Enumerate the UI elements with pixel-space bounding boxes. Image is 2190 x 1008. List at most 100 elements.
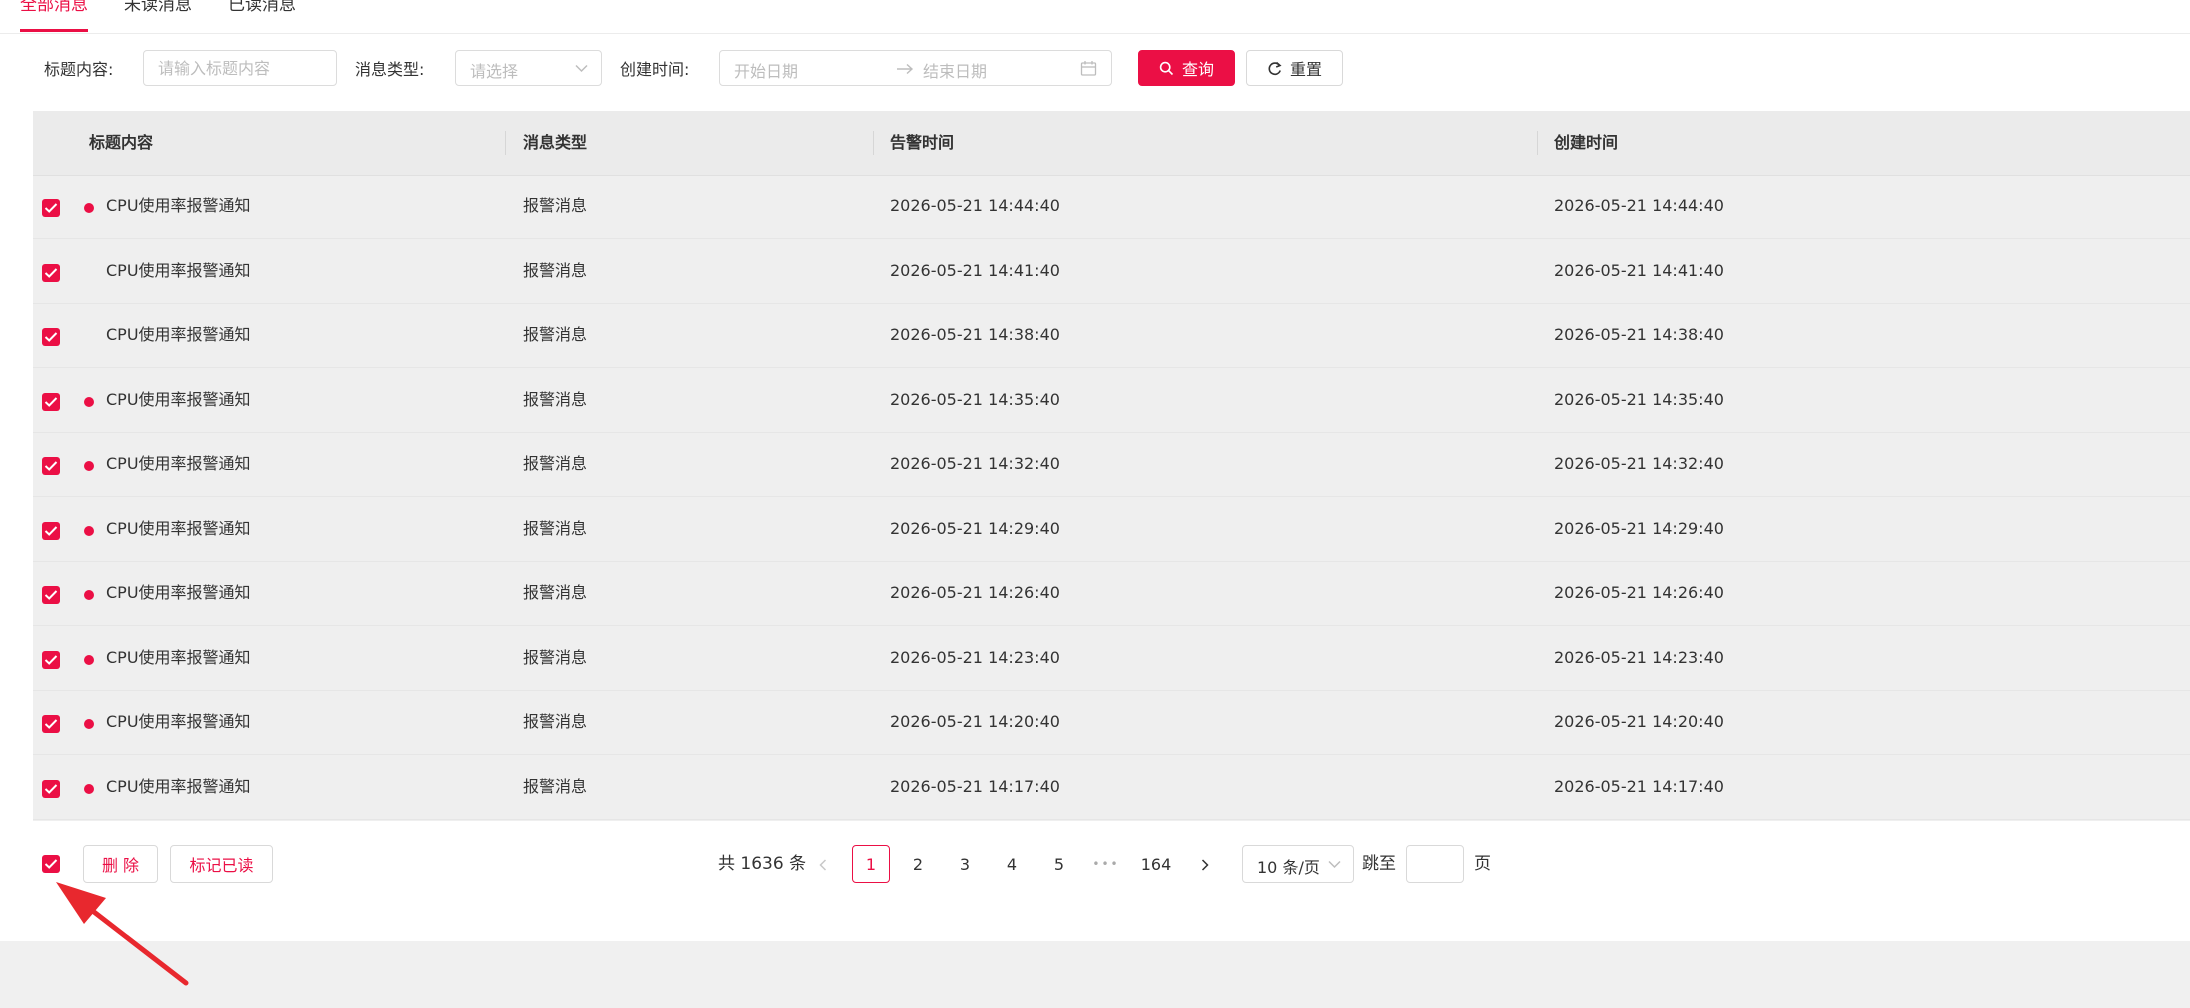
- table-row[interactable]: CPU使用率报警通知 报警消息 2026-05-21 14:38:40 2026-05…: [33, 304, 2190, 368]
- row-checkbox[interactable]: [42, 328, 60, 346]
- table-row[interactable]: CPU使用率报警通知 报警消息 2026-05-21 14:35:40 2026-05…: [33, 369, 2190, 433]
- check-icon: [44, 203, 58, 213]
- table-row[interactable]: CPU使用率报警通知 报警消息 2026-05-21 14:23:40 2026-05…: [33, 627, 2190, 691]
- row-created-time: 2026-05-21 14:17:40: [1554, 776, 1724, 796]
- row-created-time: 2026-05-21 14:44:40: [1554, 196, 1724, 215]
- table-header: 标题内容 消息类型 告警时间 创建时间: [33, 111, 2190, 176]
- message-table: 标题内容 消息类型 告警时间 创建时间 CPU使用率报警通知 报警消息 2026-0…: [33, 111, 2190, 821]
- tab-read-messages[interactable]: 已读消息: [228, 0, 296, 16]
- chevron-right-icon[interactable]: [1200, 859, 1210, 871]
- column-header-alarm-time: 告警时间: [890, 133, 955, 152]
- row-alarm-time: 2026-05-21 14:44:40: [890, 196, 1060, 215]
- arrow-right-icon: [897, 63, 914, 75]
- row-checkbox[interactable]: [42, 715, 60, 733]
- row-checkbox[interactable]: [42, 457, 60, 475]
- page-ellipsis[interactable]: •••: [1087, 845, 1125, 883]
- page-bottom-band: [0, 941, 2190, 1008]
- check-icon: [44, 461, 58, 471]
- column-divider: [505, 131, 506, 155]
- row-created-time: 2026-05-21 14:41:40: [1554, 260, 1724, 280]
- row-title[interactable]: CPU使用率报警通知: [106, 518, 251, 540]
- page-size-select[interactable]: 10 条/页: [1242, 845, 1354, 883]
- table-row[interactable]: CPU使用率报警通知 报警消息 2026-05-21 14:26:40 2026-05…: [33, 562, 2190, 626]
- page-5-button[interactable]: 5: [1040, 845, 1078, 883]
- row-checkbox[interactable]: [42, 199, 60, 217]
- select-all-checkbox[interactable]: [42, 855, 60, 873]
- page-3-button[interactable]: 3: [946, 845, 984, 883]
- page-2-button[interactable]: 2: [899, 845, 937, 883]
- row-type: 报警消息: [523, 325, 588, 344]
- tab-all-messages[interactable]: 全部消息: [20, 0, 88, 16]
- row-checkbox[interactable]: [42, 779, 60, 798]
- query-button[interactable]: 查询: [1138, 50, 1235, 86]
- row-checkbox[interactable]: [42, 586, 60, 604]
- total-count: 共 1636 条: [718, 854, 807, 874]
- column-header-created-time: 创建时间: [1554, 133, 1619, 152]
- table-row[interactable]: CPU使用率报警通知 报警消息 2026-05-21 14:17:40 2026-05…: [33, 756, 2190, 820]
- type-filter-label: 消息类型:: [355, 60, 425, 79]
- check-icon: [44, 859, 58, 869]
- reset-button-label: 重置: [1289, 60, 1322, 79]
- column-divider: [1537, 131, 1538, 155]
- type-select[interactable]: 请选择: [455, 50, 602, 86]
- check-icon: [44, 783, 58, 794]
- table-row[interactable]: CPU使用率报警通知 报警消息 2026-05-21 14:29:40 2026-05…: [33, 498, 2190, 562]
- check-icon: [44, 396, 58, 407]
- start-date-input[interactable]: 开始日期: [734, 58, 798, 82]
- table-row[interactable]: CPU使用率报警通知 报警消息 2026-05-21 14:20:40 2026-05…: [33, 691, 2190, 755]
- jump-page-input[interactable]: [1406, 845, 1464, 883]
- check-icon: [44, 590, 58, 600]
- chevron-down-icon: [1328, 860, 1341, 869]
- page-164-button[interactable]: 164: [1136, 845, 1176, 883]
- delete-button[interactable]: 删 除: [83, 845, 158, 883]
- row-checkbox[interactable]: [42, 650, 60, 669]
- row-title[interactable]: CPU使用率报警通知: [106, 582, 251, 604]
- reset-button[interactable]: 重置: [1246, 50, 1343, 86]
- table-row[interactable]: CPU使用率报警通知 报警消息 2026-05-21 14:44:40 2026-05…: [33, 175, 2190, 239]
- page-size-value: 10 条/页: [1257, 858, 1320, 877]
- row-created-time: 2026-05-21 14:20:40: [1554, 712, 1724, 731]
- row-title[interactable]: CPU使用率报警通知: [106, 324, 251, 346]
- row-created-time: 2026-05-21 14:32:40: [1554, 454, 1724, 473]
- row-created-time: 2026-05-21 14:29:40: [1554, 518, 1724, 538]
- row-created-time: 2026-05-21 14:38:40: [1554, 325, 1724, 344]
- row-checkbox[interactable]: [42, 521, 60, 540]
- check-icon: [44, 719, 58, 729]
- row-checkbox[interactable]: [42, 263, 60, 282]
- table-row[interactable]: CPU使用率报警通知 报警消息 2026-05-21 14:41:40 2026-05…: [33, 240, 2190, 304]
- row-created-time: 2026-05-21 14:26:40: [1554, 583, 1724, 602]
- search-icon: [1159, 61, 1174, 75]
- active-tab-indicator: [20, 29, 88, 32]
- row-title[interactable]: CPU使用率报警通知: [106, 453, 251, 475]
- row-checkbox[interactable]: [42, 392, 60, 411]
- date-range-picker: 开始日期 结束日期: [719, 50, 1112, 86]
- time-filter-label: 创建时间:: [620, 60, 690, 79]
- row-title[interactable]: CPU使用率报警通知: [106, 647, 251, 669]
- type-select-placeholder: 请选择: [470, 62, 519, 81]
- mark-read-button[interactable]: 标记已读: [170, 845, 273, 883]
- unread-dot-icon: [84, 719, 94, 729]
- row-title[interactable]: CPU使用率报警通知: [106, 389, 251, 411]
- row-alarm-time: 2026-05-21 14:41:40: [890, 260, 1060, 280]
- check-icon: [44, 654, 58, 665]
- unread-dot-icon: [84, 783, 94, 794]
- row-title[interactable]: CPU使用率报警通知: [106, 776, 251, 798]
- row-alarm-time: 2026-05-21 14:26:40: [890, 583, 1060, 602]
- row-title[interactable]: CPU使用率报警通知: [106, 260, 251, 282]
- table-row[interactable]: CPU使用率报警通知 报警消息 2026-05-21 14:32:40 2026-05…: [33, 433, 2190, 497]
- check-icon: [44, 267, 58, 278]
- row-title[interactable]: CPU使用率报警通知: [106, 195, 251, 217]
- refresh-icon: [1268, 61, 1282, 75]
- calendar-icon[interactable]: [1080, 60, 1097, 77]
- page-1-button[interactable]: 1: [852, 845, 890, 883]
- chevron-left-icon[interactable]: [818, 859, 828, 871]
- row-alarm-time: 2026-05-21 14:29:40: [890, 518, 1060, 538]
- message-tabs: 全部消息 未读消息 已读消息: [0, 0, 2190, 34]
- chevron-down-icon: [575, 64, 588, 73]
- row-title[interactable]: CPU使用率报警通知: [106, 711, 251, 733]
- tab-unread-messages[interactable]: 未读消息: [124, 0, 192, 16]
- title-search-input[interactable]: [143, 50, 337, 86]
- row-alarm-time: 2026-05-21 14:32:40: [890, 454, 1060, 473]
- page-4-button[interactable]: 4: [993, 845, 1031, 883]
- end-date-input[interactable]: 结束日期: [923, 58, 987, 82]
